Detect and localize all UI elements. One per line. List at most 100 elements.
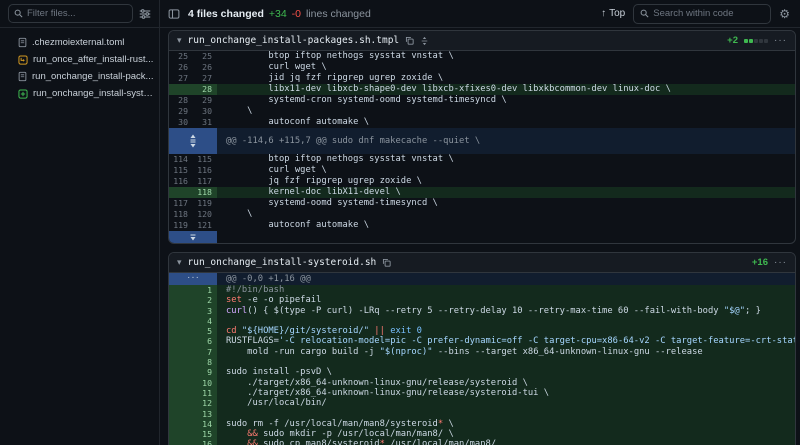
scroll-to-top-button[interactable]: ↑ Top: [601, 8, 625, 19]
old-line-number[interactable]: [169, 316, 193, 326]
new-line-number[interactable]: 117: [193, 176, 217, 187]
diff-code-row: 3031 autoconf automake \: [169, 117, 795, 128]
old-line-number[interactable]: [169, 306, 193, 316]
expand-hunk-buttons[interactable]: [169, 128, 217, 154]
code-line: /usr/local/bin/: [217, 398, 795, 408]
code-segment: jid jq fzf ripgrep ugrep zoxide \: [226, 73, 443, 83]
new-line-number[interactable]: 120: [193, 209, 217, 220]
old-line-number[interactable]: 116: [169, 176, 193, 187]
new-line-number[interactable]: 121: [193, 220, 217, 231]
old-line-number[interactable]: 114: [169, 154, 193, 165]
copy-path-icon[interactable]: [382, 258, 391, 267]
old-line-number[interactable]: [169, 295, 193, 305]
new-line-number[interactable]: 6: [193, 336, 217, 346]
diffstat-block: [744, 39, 748, 43]
old-line-number[interactable]: [169, 439, 193, 445]
new-line-number[interactable]: 16: [193, 439, 217, 445]
old-line-number[interactable]: [169, 336, 193, 346]
old-line-number[interactable]: [169, 367, 193, 377]
filter-files-box[interactable]: [8, 4, 133, 23]
code-segment: sudo install -psvD \: [226, 367, 332, 377]
new-line-number[interactable]: 9: [193, 367, 217, 377]
old-line-number[interactable]: [169, 347, 193, 357]
old-line-number[interactable]: [169, 419, 193, 429]
old-line-number[interactable]: [169, 378, 193, 388]
sidebar-file-item[interactable]: run_onchange_install-syste...: [4, 85, 155, 102]
old-line-number[interactable]: [169, 429, 193, 439]
diff-code-row: 10 ./target/x86_64-unknown-linux-gnu/rel…: [169, 378, 795, 388]
old-line-number[interactable]: 118: [169, 209, 193, 220]
new-line-number[interactable]: 118: [193, 187, 217, 198]
code-segment: systemd-cron systemd-oomd systemd-timesy…: [226, 95, 507, 105]
new-line-number[interactable]: 115: [193, 154, 217, 165]
new-line-number[interactable]: 7: [193, 347, 217, 357]
old-line-number[interactable]: [169, 84, 193, 95]
old-line-number[interactable]: 25: [169, 51, 193, 62]
new-line-number[interactable]: 30: [193, 106, 217, 117]
new-line-number[interactable]: 29: [193, 95, 217, 106]
old-line-number[interactable]: 28: [169, 95, 193, 106]
old-line-number[interactable]: [169, 398, 193, 408]
code-line: && sudo mkdir -p /usr/local/man/man8/ \: [217, 429, 795, 439]
gear-icon[interactable]: ⚙: [779, 8, 790, 20]
new-line-number[interactable]: 116: [193, 165, 217, 176]
new-line-number[interactable]: 14: [193, 419, 217, 429]
sidebar-file-item[interactable]: run_once_after_install-rust...: [4, 51, 155, 68]
old-line-number[interactable]: [169, 285, 193, 295]
old-line-number[interactable]: [169, 187, 193, 198]
new-line-number[interactable]: 25: [193, 51, 217, 62]
diff-file-name[interactable]: run_onchange_install-packages.sh.tmpl: [188, 35, 400, 46]
old-line-number[interactable]: [169, 357, 193, 367]
new-line-number[interactable]: 11: [193, 388, 217, 398]
file-icon: [18, 71, 27, 82]
new-line-number[interactable]: 5: [193, 326, 217, 336]
collapse-file-chevron-icon[interactable]: ▾: [177, 257, 182, 268]
new-line-number[interactable]: 8: [193, 357, 217, 367]
diffstat-block: [749, 39, 753, 43]
new-line-number[interactable]: 28: [193, 84, 217, 95]
new-line-number[interactable]: 2: [193, 295, 217, 305]
search-icon: [14, 9, 23, 18]
diff-code-row: 119121 autoconf automake \: [169, 220, 795, 231]
old-line-number[interactable]: [169, 409, 193, 419]
file-options-kebab-icon[interactable]: ···: [774, 257, 787, 268]
new-line-number[interactable]: 31: [193, 117, 217, 128]
old-line-number[interactable]: 30: [169, 117, 193, 128]
code-line: autoconf automake \: [217, 117, 795, 128]
sidebar-file-item[interactable]: run_onchange_install-pack...: [4, 68, 155, 85]
old-line-number[interactable]: [169, 326, 193, 336]
diff-file-name[interactable]: run_onchange_install-systeroid.sh: [188, 257, 377, 268]
expand-down-button[interactable]: [169, 231, 217, 243]
collapse-file-chevron-icon[interactable]: ▾: [177, 35, 182, 46]
expand-all-icon[interactable]: [420, 36, 429, 46]
new-line-number[interactable]: 12: [193, 398, 217, 408]
new-line-number[interactable]: 4: [193, 316, 217, 326]
filter-files-input[interactable]: [27, 8, 127, 19]
old-line-number[interactable]: 27: [169, 73, 193, 84]
new-line-number[interactable]: 119: [193, 198, 217, 209]
old-line-number[interactable]: 29: [169, 106, 193, 117]
expand-hunk-dots[interactable]: ···: [169, 273, 217, 285]
new-line-number[interactable]: 10: [193, 378, 217, 388]
new-line-number[interactable]: 27: [193, 73, 217, 84]
diff-code-row: 13: [169, 409, 795, 419]
display-options-icon[interactable]: [139, 8, 151, 20]
old-line-number[interactable]: 117: [169, 198, 193, 209]
search-within-code-input[interactable]: [653, 8, 764, 19]
old-line-number[interactable]: 26: [169, 62, 193, 73]
old-line-number[interactable]: 119: [169, 220, 193, 231]
file-tree-toggle-icon[interactable]: [168, 8, 180, 20]
new-line-number[interactable]: 3: [193, 306, 217, 316]
new-line-number[interactable]: 26: [193, 62, 217, 73]
old-line-number[interactable]: 115: [169, 165, 193, 176]
search-within-code-box[interactable]: [633, 4, 771, 24]
old-line-number[interactable]: [169, 388, 193, 398]
new-line-number[interactable]: 1: [193, 285, 217, 295]
new-line-number[interactable]: 15: [193, 429, 217, 439]
diff-code-row: 118120 \: [169, 209, 795, 220]
code-line: libx11-dev libxcb-shape0-dev libxcb-xfix…: [217, 84, 795, 95]
sidebar-file-item[interactable]: .chezmoiexternal.toml: [4, 34, 155, 51]
new-line-number[interactable]: 13: [193, 409, 217, 419]
file-options-kebab-icon[interactable]: ···: [774, 35, 787, 46]
copy-path-icon[interactable]: [405, 36, 414, 45]
